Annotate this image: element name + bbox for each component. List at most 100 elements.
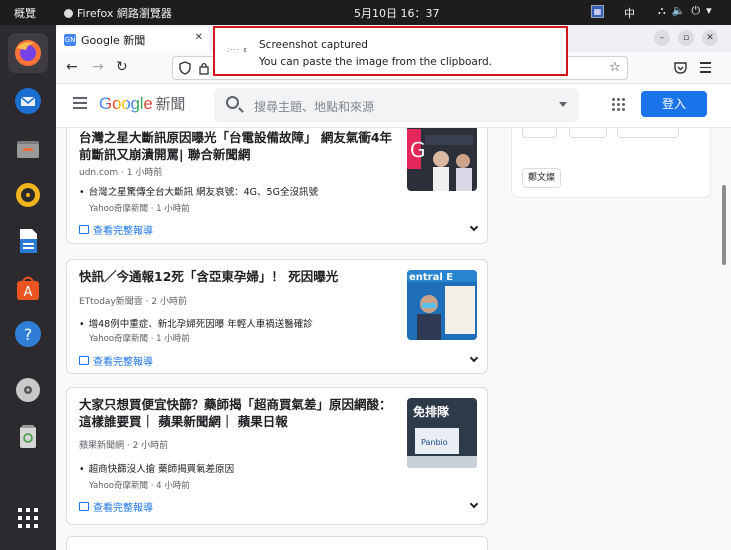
minimize-icon[interactable]: – [654,30,670,46]
search-icon[interactable] [226,96,239,109]
news-card[interactable]: 大家只想買便宜快篩？藥師揭「超商買氣差」原因網酸：這樣誰要買｜ 蘋果新聞網｜ 蘋… [66,387,488,525]
page-scrollbar[interactable] [716,128,731,550]
app-menu[interactable]: Firefox 網路瀏覽器 [64,5,172,21]
notification-body: You can paste the image from the clipboa… [259,56,493,68]
power-icon: ⏻ [691,4,701,17]
article-title[interactable]: 大家只想買便宜快篩？藥師揭「超商買氣差」原因網酸：這樣誰要買｜ 蘋果新聞網｜ 蘋… [79,396,397,430]
google-news-header: Google 新聞 搜尋主題、地點和來源 登入 [56,84,731,128]
dock-firefox[interactable] [8,33,48,73]
search-box[interactable]: 搜尋主題、地點和來源 [214,88,579,122]
svg-text:免排隊: 免排隊 [413,404,450,419]
firefox-small-icon [64,8,73,18]
dock-show-apps[interactable] [8,498,48,538]
forward-icon[interactable]: → [92,59,104,75]
google-apps-icon[interactable] [612,98,626,112]
related-article-title[interactable]: 增48例中重症、新北孕婦死因曝 年輕人車禍送醫確診 [79,316,313,330]
svg-text:G: G [410,138,426,162]
news-card[interactable]: 快訊／今通報12死「含亞東孕婦」！ 死因曝光 ETtoday新聞雲 · 2 小時… [66,259,488,374]
rhythmbox-icon [16,183,40,207]
full-coverage-icon [79,356,89,365]
language-indicator[interactable]: 中 [624,5,635,21]
article-source-time: 蘋果新聞網 · 2 小時前 [79,441,169,451]
files-icon [17,141,39,158]
tab-google-news[interactable]: GN Google 新聞 ✕ [56,27,209,52]
topic-chip[interactable] [522,128,557,138]
notification-title: Screenshot captured [259,39,368,51]
dock-dvd[interactable] [8,370,48,410]
topic-chip[interactable] [617,128,679,138]
main-menu-icon[interactable] [73,97,87,109]
news-content: 台灣之星大斷訊原因曝光「台電設備故障」 網友氣衝4年前斷訊又崩潰開罵| 聯合新聞… [56,128,731,550]
volume-icon: 🔈 [671,4,686,17]
dock-help[interactable]: ? [8,314,48,354]
system-top-bar: 概覽 Firefox 網路瀏覽器 5月10日 16：37 ▦ 中 ⛬ 🔈 ⏻ ▾ [0,0,731,25]
dock-thunderbird[interactable] [8,81,48,121]
app-menu-icon[interactable] [700,62,711,73]
lock-icon[interactable] [199,61,209,75]
system-tray[interactable]: ⛬ 🔈 ⏻ ▾ [658,4,712,18]
svg-text:entral E: entral E [409,272,453,283]
google-news-logo[interactable]: Google 新聞 [99,93,185,114]
svg-text:?: ? [24,325,33,344]
topics-panel: 鄭文燦 [511,128,711,198]
screenshot-notification[interactable]: :··· ɛ Screenshot captured You can paste… [213,26,568,76]
firefox-window: GN Google 新聞 ✕ – ▫ ✕ ← → ↻ nt ☆ [56,25,731,550]
news-card[interactable] [66,536,488,550]
search-options-caret-icon[interactable] [559,102,567,107]
sign-in-button[interactable]: 登入 [641,91,707,117]
dock-trash[interactable] [8,416,48,456]
dvd-drive-icon [16,378,40,402]
dock-files[interactable] [8,129,48,169]
trash-icon [20,425,36,448]
news-card[interactable]: 台灣之星大斷訊原因曝光「台電設備故障」 網友氣衝4年前斷訊又崩潰開罵| 聯合新聞… [66,128,488,244]
article-title[interactable]: 快訊／今通報12死「含亞東孕婦」！ 死因曝光 [79,268,397,285]
dock: A ? [0,25,56,550]
app-menu-label: Firefox 網路瀏覽器 [77,7,172,20]
related-article-title[interactable]: 超商快篩沒人搶 藥師揭買氣差原因 [79,461,235,475]
reload-icon[interactable]: ↻ [116,59,128,75]
pocket-icon[interactable] [674,61,687,74]
software-center-icon: A [17,276,39,300]
article-thumbnail[interactable]: G [407,128,477,191]
maximize-icon[interactable]: ▫ [678,30,694,46]
full-coverage-link[interactable]: 查看完整報導 [79,222,153,237]
article-thumbnail[interactable]: 免排隊 Panbio [407,398,477,468]
full-coverage-icon [79,502,89,511]
bookmark-star-icon[interactable]: ☆ [609,60,621,75]
full-coverage-label: 查看完整報導 [93,226,153,237]
svg-text:A: A [24,285,33,300]
close-tab-icon[interactable]: ✕ [195,32,203,43]
scrollbar-thumb[interactable] [722,185,726,265]
shield-icon[interactable] [179,61,191,75]
tab-title: Google 新聞 [81,33,146,47]
full-coverage-label: 查看完整報導 [93,503,153,514]
dock-software[interactable]: A [8,268,48,308]
related-article-title[interactable]: 台灣之星驚傳全台大斷訊 網友哀號：4G、5G全沒訊號 [79,184,318,198]
search-placeholder: 搜尋主題、地點和來源 [254,100,375,114]
full-coverage-link[interactable]: 查看完整報導 [79,499,153,514]
back-icon[interactable]: ← [66,59,78,75]
article-thumbnail[interactable]: entral E [407,270,477,340]
expand-chevron-icon[interactable] [469,353,479,363]
related-article-meta: Yahoo奇摩新聞 · 4 小時前 [89,481,190,491]
google-news-favicon: GN [64,33,76,46]
google-wordmark: Google [99,94,153,113]
activities-button[interactable]: 概覽 [14,5,36,21]
article-title[interactable]: 台灣之星大斷訊原因曝光「台電設備故障」 網友氣衝4年前斷訊又崩潰開罵| 聯合新聞… [79,129,397,163]
firefox-icon [15,40,41,66]
article-source-time: udn.com · 1 小時前 [79,168,163,178]
expand-chevron-icon[interactable] [469,499,479,509]
full-coverage-icon [79,225,89,234]
dock-libreoffice-writer[interactable] [8,221,48,261]
full-coverage-link[interactable]: 查看完整報導 [79,353,153,368]
show-apps-icon [18,508,38,528]
topic-chip[interactable] [569,128,607,138]
dock-rhythmbox[interactable] [8,175,48,215]
close-window-icon[interactable]: ✕ [702,30,718,46]
full-coverage-label: 查看完整報導 [93,357,153,368]
topic-chip[interactable]: 鄭文燦 [522,168,562,188]
clock[interactable]: 5月10日 16：37 [354,5,440,21]
help-icon: ? [15,321,41,347]
input-method-icon[interactable]: ▦ [591,5,604,18]
expand-chevron-icon[interactable] [469,222,479,232]
